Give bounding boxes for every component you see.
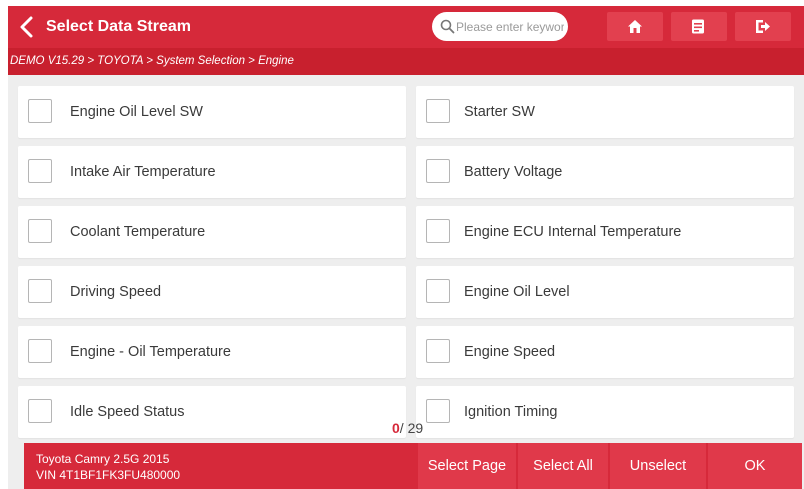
- list-item[interactable]: Idle Speed Status: [18, 386, 406, 438]
- item-label: Starter SW: [464, 104, 535, 120]
- selected-count: 0: [392, 420, 400, 436]
- breadcrumb: DEMO V15.29 > TOYOTA > System Selection …: [10, 55, 294, 67]
- item-label: Engine Speed: [464, 344, 556, 360]
- select-all-button[interactable]: Select All: [518, 443, 608, 489]
- list-item[interactable]: Coolant Temperature: [18, 206, 406, 258]
- breadcrumb-bar: DEMO V15.29 > TOYOTA > System Selection …: [8, 48, 804, 75]
- footer-bar: Toyota Camry 2.5G 2015 VIN 4T1BF1FK3FU48…: [24, 443, 802, 489]
- checkbox[interactable]: [426, 99, 450, 123]
- list-item[interactable]: Starter SW: [416, 86, 794, 138]
- app-frame: Select Data Stream Please enter keyword …: [8, 6, 804, 489]
- home-button[interactable]: [607, 12, 663, 41]
- report-icon: [692, 19, 704, 34]
- vehicle-vin: VIN 4T1BF1FK3FU480000: [36, 468, 181, 482]
- report-button[interactable]: [671, 12, 727, 41]
- list-item[interactable]: Battery Voltage: [416, 146, 794, 198]
- search-input[interactable]: [456, 16, 564, 37]
- total-count: / 29: [399, 420, 424, 436]
- item-label: Idle Speed Status: [70, 404, 185, 420]
- list-item[interactable]: Engine ECU Internal Temperature: [416, 206, 794, 258]
- page-title: Select Data Stream: [46, 18, 191, 35]
- checkbox[interactable]: [28, 219, 52, 243]
- list-item[interactable]: Engine Oil Level SW: [18, 86, 406, 138]
- select-page-button[interactable]: Select Page: [418, 443, 516, 489]
- list-item[interactable]: Engine - Oil Temperature: [18, 326, 406, 378]
- checkbox[interactable]: [426, 279, 450, 303]
- checkbox[interactable]: [28, 339, 52, 363]
- exit-button[interactable]: [735, 12, 791, 41]
- checkbox[interactable]: [426, 339, 450, 363]
- item-label: Intake Air Temperature: [70, 164, 216, 180]
- checkbox[interactable]: [28, 159, 52, 183]
- list-item[interactable]: Ignition Timing: [416, 386, 794, 438]
- checkbox[interactable]: [28, 399, 52, 423]
- item-label: Engine ECU Internal Temperature: [464, 224, 682, 240]
- search-icon: [440, 19, 455, 34]
- item-label: Driving Speed: [70, 284, 162, 300]
- exit-icon: [756, 20, 770, 33]
- vehicle-model: Toyota Camry 2.5G 2015: [36, 452, 170, 466]
- item-label: Engine Oil Level SW: [70, 104, 203, 120]
- list-item[interactable]: Intake Air Temperature: [18, 146, 406, 198]
- checkbox[interactable]: [426, 399, 450, 423]
- header-bar: Select Data Stream: [8, 6, 804, 48]
- home-icon: [628, 20, 642, 33]
- item-label: Engine - Oil Temperature: [70, 344, 231, 360]
- list-item[interactable]: Driving Speed: [18, 266, 406, 318]
- item-label: Battery Voltage: [464, 164, 563, 180]
- checkbox[interactable]: [28, 99, 52, 123]
- item-label: Coolant Temperature: [70, 224, 206, 240]
- list-item[interactable]: Engine Oil Level: [416, 266, 794, 318]
- data-stream-list: Engine Oil Level SW Starter SW Intake Ai…: [18, 86, 794, 438]
- item-label: Ignition Timing: [464, 404, 558, 420]
- search-box[interactable]: [432, 12, 568, 41]
- chevron-left-icon: [20, 16, 33, 38]
- checkbox[interactable]: [426, 159, 450, 183]
- vehicle-info: Toyota Camry 2.5G 2015 VIN 4T1BF1FK3FU48…: [36, 451, 180, 483]
- list-item[interactable]: Engine Speed: [416, 326, 794, 378]
- checkbox[interactable]: [426, 219, 450, 243]
- checkbox[interactable]: [28, 279, 52, 303]
- selection-counter: 0/ 29: [392, 420, 423, 436]
- item-label: Engine Oil Level: [464, 284, 570, 300]
- back-button[interactable]: [16, 15, 38, 39]
- ok-button[interactable]: OK: [708, 443, 802, 489]
- unselect-button[interactable]: Unselect: [610, 443, 706, 489]
